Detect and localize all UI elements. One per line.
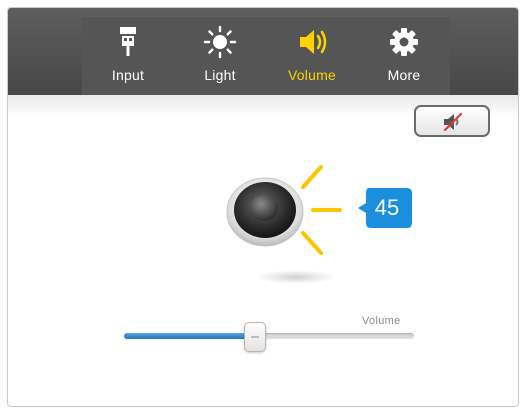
slider-label: Volume	[362, 315, 401, 327]
volume-value: 45	[374, 195, 400, 220]
mute-button[interactable]	[414, 105, 490, 137]
speaker-muted-icon	[443, 112, 463, 132]
tab-label: Input	[111, 67, 145, 83]
usb-plug-icon	[120, 27, 136, 56]
tab-label: Volume	[288, 67, 336, 83]
speaker-volume-icon	[300, 30, 327, 54]
tab-light[interactable]: Light	[174, 17, 266, 95]
sun-icon	[203, 25, 237, 59]
speaker-shadow	[256, 270, 336, 284]
tab-label: Light	[204, 67, 236, 83]
speaker-illustration	[226, 165, 342, 255]
tab-bar: Input Light Volume More	[82, 17, 450, 95]
tab-more[interactable]: More	[358, 17, 450, 95]
tab-volume[interactable]: Volume	[266, 17, 358, 95]
top-toolbar: Input Light Volume More	[8, 8, 518, 95]
volume-slider-fill	[124, 333, 255, 339]
volume-slider-thumb[interactable]	[244, 322, 266, 352]
tab-label: More	[387, 67, 421, 83]
gear-icon	[390, 28, 418, 56]
tab-input[interactable]: Input	[82, 17, 174, 95]
